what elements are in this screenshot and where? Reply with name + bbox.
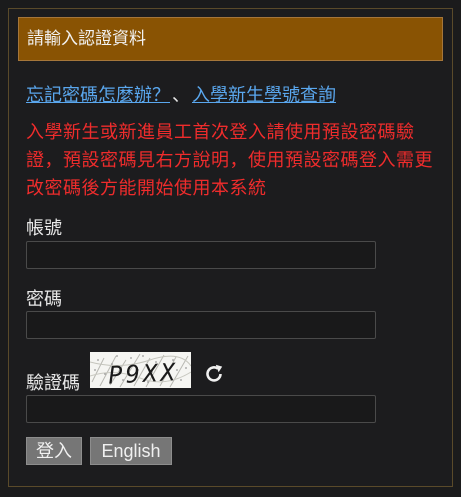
login-panel: 請輸入認證資料 忘記密碼怎麼辦？、入學新生學號查詢 入學新生或新進員工首次登入請… [8, 8, 453, 487]
password-input[interactable] [26, 311, 376, 339]
captcha-image: P9XX [90, 352, 191, 388]
help-links: 忘記密碼怎麼辦？、入學新生學號查詢 [26, 81, 336, 107]
password-label: 密碼 [26, 289, 62, 310]
first-login-notice: 入學新生或新進員工首次登入請使用預設密碼驗證，預設密碼見右方說明，使用預設密碼登… [26, 122, 433, 199]
english-button[interactable]: English [90, 437, 172, 465]
captcha-input[interactable] [26, 395, 376, 423]
captcha-label: 驗證碼 [26, 373, 80, 394]
login-button[interactable]: 登入 [26, 437, 82, 465]
link-separator: 、 [172, 85, 190, 106]
new-student-id-lookup-link[interactable]: 入學新生學號查詢 [192, 85, 336, 106]
refresh-icon[interactable] [203, 363, 225, 385]
panel-title: 請輸入認證資料 [18, 17, 443, 61]
account-label: 帳號 [26, 218, 62, 239]
captcha-text: P9XX [107, 358, 178, 388]
account-input[interactable] [26, 241, 376, 269]
captcha-noise: P9XX [90, 352, 191, 388]
forgot-password-link[interactable]: 忘記密碼怎麼辦？ [26, 85, 170, 106]
